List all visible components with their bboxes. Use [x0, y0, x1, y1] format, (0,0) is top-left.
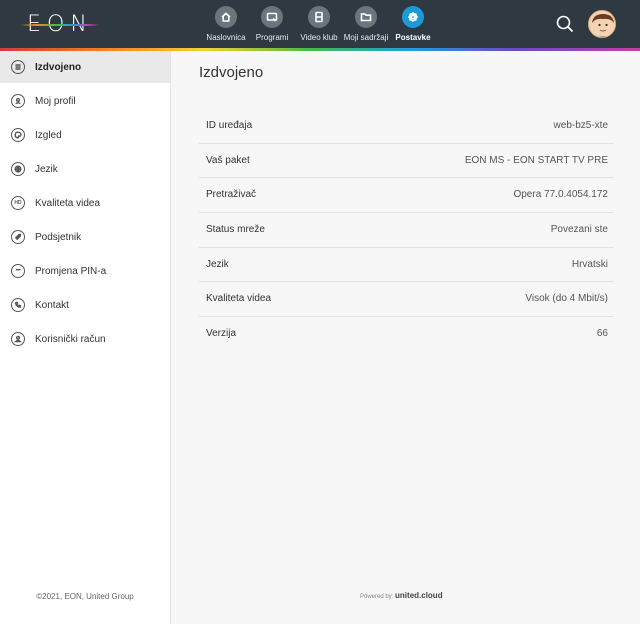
sidebar-item-izgled[interactable]: Izgled [0, 119, 170, 151]
info-key: ID uređaja [206, 120, 253, 131]
info-value: web-bz5-xte [553, 120, 608, 131]
sidebar-item-podsjetnik[interactable]: Podsjetnik [0, 221, 170, 253]
sidebar-item-label: Izgled [35, 129, 62, 141]
powered-by-brand[interactable]: united.cloud [395, 591, 443, 600]
nav-label: Naslovnica [206, 33, 246, 42]
sidebar-item-label: Kvaliteta videa [35, 197, 101, 209]
sidebar-item-jezik[interactable]: Jezik [0, 153, 170, 185]
info-value: Povezani ste [550, 224, 608, 236]
sidebar-item-korisnicki-racun[interactable]: Korisnički račun [0, 323, 170, 355]
info-value: 66 [596, 328, 608, 340]
user-account-icon [11, 332, 25, 346]
sidebar-item-promjena-pin[interactable]: ••• Promjena PIN-a [0, 255, 170, 287]
folder-icon [355, 6, 377, 28]
rocket-icon [11, 230, 25, 244]
info-row-network-status: Status mreže Povezani ste [199, 213, 614, 248]
info-value: Hrvatski [571, 258, 608, 270]
sidebar-item-label: Kontakt [35, 299, 69, 311]
copyright-text: ©2021, EON, United Group [36, 592, 134, 601]
info-row-browser: Pretraživač Opera 77.0.4054.172 [199, 178, 614, 214]
nav-label: Video klub [300, 33, 338, 42]
info-key: Jezik [206, 258, 229, 270]
info-value: EON MS - EON START TV PRE [464, 154, 608, 166]
info-row-package: Vaš paket EON MS - EON START TV PRE [199, 144, 614, 179]
home-icon [215, 6, 237, 28]
info-row-device-id: ID uređaja web-bz5-xte [199, 109, 614, 144]
avatar[interactable] [588, 10, 616, 38]
powered-by-prefix: Powered by: [360, 594, 394, 600]
sidebar-item-moj-profil[interactable]: Moj profil [0, 85, 170, 117]
device-info-table: ID uređaja web-bz5-xte Vaš paket EON MS … [199, 109, 614, 352]
sidebar-item-label: Promjena PIN-a [35, 265, 107, 277]
sidebar-item-izdvojeno[interactable]: Izdvojeno [0, 51, 170, 83]
logo-rainbow-line [20, 24, 100, 26]
sidebar-item-label: Jezik [35, 163, 58, 175]
nav-label: Programi [255, 33, 289, 42]
search-icon[interactable] [556, 15, 574, 33]
sidebar-item-label: Korisnički račun [35, 333, 106, 345]
info-row-video-quality: Kvaliteta videa Visok (do 4 Mbit/s) [199, 282, 614, 318]
tv-programs-icon [261, 6, 283, 28]
nav-label: Moji sadržaji [343, 33, 389, 42]
sidebar-item-kvaliteta-videa[interactable]: HD Kvaliteta videa [0, 187, 170, 219]
top-header: EON Naslovnica Programi Video klub Moji … [0, 0, 640, 48]
nav-item-video-klub[interactable]: Video klub [299, 6, 339, 46]
info-key: Verzija [206, 328, 237, 340]
nav-item-postavke[interactable]: Postavke [394, 6, 432, 46]
film-icon [308, 6, 330, 28]
globe-icon [11, 162, 25, 176]
info-value: Opera 77.0.4054.172 [513, 189, 608, 201]
info-key: Pretraživač [206, 189, 257, 201]
info-key: Status mreže [206, 224, 265, 236]
profile-icon [11, 94, 25, 108]
nav-label: Postavke [395, 33, 431, 42]
sidebar-item-label: Podsjetnik [35, 231, 82, 243]
sidebar-item-label: Izdvojeno [35, 61, 82, 73]
eon-logo[interactable]: EON [20, 10, 100, 38]
settings-sidebar: Izdvojeno Moj profil Izgled Jezik HD Kva… [0, 51, 171, 624]
page-title: Izdvojeno [199, 64, 264, 81]
palette-icon [11, 128, 25, 142]
info-row-version: Verzija 66 [199, 317, 614, 352]
hd-icon: HD [11, 196, 25, 210]
info-key: Vaš paket [206, 154, 250, 166]
nav-item-naslovnica[interactable]: Naslovnica [206, 6, 246, 46]
powered-by: Powered by: united.cloud [360, 591, 443, 600]
phone-icon [11, 298, 25, 312]
gear-icon [402, 6, 424, 28]
info-value: Visok (do 4 Mbit/s) [525, 293, 608, 305]
info-row-language: Jezik Hrvatski [199, 248, 614, 283]
sidebar-item-kontakt[interactable]: Kontakt [0, 289, 170, 321]
nav-item-moji-sadrzaji[interactable]: Moji sadržaji [343, 6, 389, 46]
pin-dots-icon: ••• [11, 264, 25, 278]
info-key: Kvaliteta videa [206, 293, 272, 305]
list-icon [11, 60, 25, 74]
sidebar-item-label: Moj profil [35, 95, 76, 107]
nav-item-programi[interactable]: Programi [254, 6, 290, 46]
